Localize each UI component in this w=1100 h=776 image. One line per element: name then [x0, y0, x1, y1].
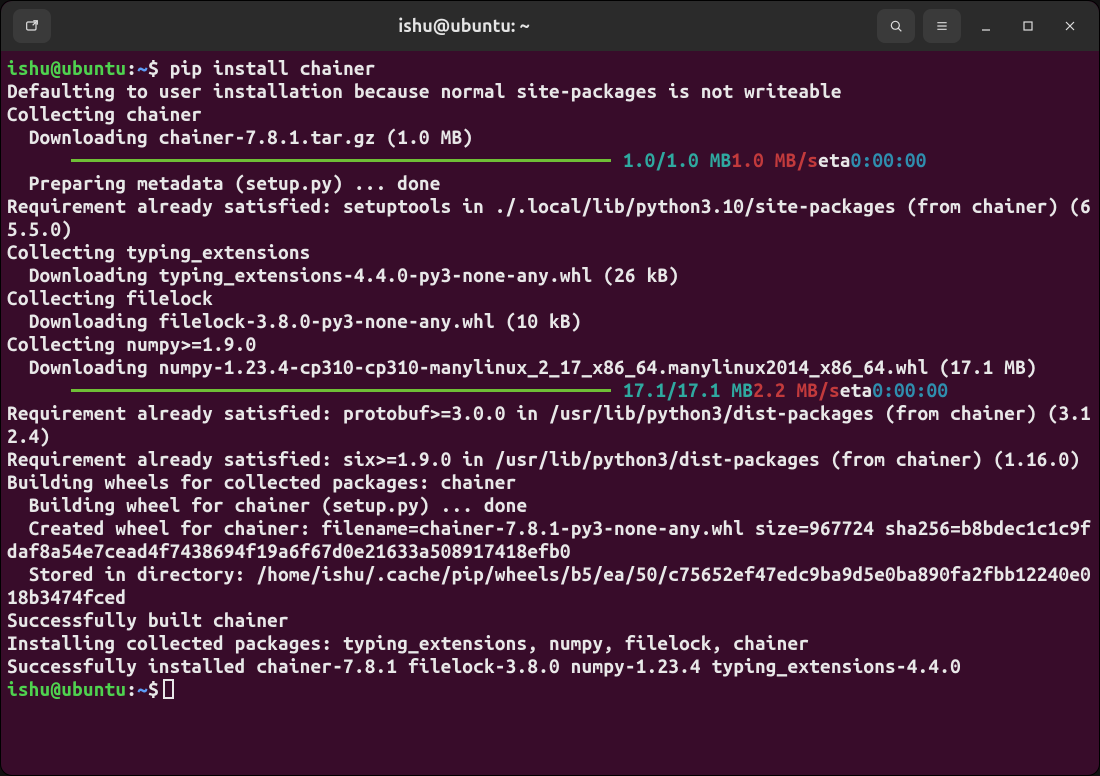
progress-eta: 0:00:00 — [872, 379, 948, 402]
close-button[interactable] — [1053, 9, 1087, 43]
output-line: Defaulting to user installation because … — [7, 80, 842, 102]
output-line: Downloading filelock-3.8.0-py3-none-any.… — [7, 310, 582, 332]
menu-button[interactable] — [923, 9, 961, 43]
output-line: Installing collected packages: typing_ex… — [7, 632, 809, 654]
output-line: Downloading typing_extensions-4.4.0-py3-… — [7, 264, 679, 286]
progress-eta-label: eta — [840, 379, 873, 402]
progress-done: 1.0/1.0 MB — [623, 149, 731, 172]
new-tab-button[interactable] — [13, 9, 51, 43]
output-line: Building wheel for chainer (setup.py) ..… — [7, 494, 527, 516]
output-line: Successfully installed chainer-7.8.1 fil… — [7, 655, 961, 677]
progress-speed: 2.2 MB/s — [753, 379, 840, 402]
progress-eta-label: eta — [818, 149, 851, 172]
search-button[interactable] — [877, 9, 915, 43]
minimize-button[interactable] — [969, 9, 1003, 43]
output-line: Preparing metadata (setup.py) ... done — [7, 172, 441, 194]
output-line: Collecting chainer — [7, 103, 202, 125]
output-line: Collecting numpy>=1.9.0 — [7, 333, 256, 355]
output-line: Collecting filelock — [7, 287, 213, 309]
progress-row: 1.0/1.0 MB 1.0 MB/s eta 0:00:00 — [7, 149, 1093, 172]
search-icon — [888, 18, 904, 34]
output-line: Requirement already satisfied: six>=1.9.… — [7, 448, 1080, 470]
terminal-body[interactable]: ishu@ubuntu:~$ pip install chainer Defau… — [1, 51, 1099, 775]
progress-row: 17.1/17.1 MB 2.2 MB/s eta 0:00:00 — [7, 379, 1093, 402]
minimize-icon — [978, 18, 994, 34]
maximize-icon — [1020, 18, 1036, 34]
output-line: Created wheel for chainer: filename=chai… — [7, 517, 1091, 562]
output-line: Stored in directory: /home/ishu/.cache/p… — [7, 563, 1091, 608]
maximize-button[interactable] — [1011, 9, 1045, 43]
progress-bar — [71, 389, 611, 392]
progress-bar — [71, 159, 611, 162]
close-icon — [1062, 18, 1078, 34]
command: pip install chainer — [170, 57, 376, 79]
prompt-path: ~ — [137, 678, 148, 700]
prompt-user: ishu@ubuntu — [7, 678, 126, 700]
new-tab-icon — [24, 18, 40, 34]
progress-done: 17.1/17.1 MB — [623, 379, 753, 402]
progress-eta: 0:00:00 — [851, 149, 927, 172]
output-line: Successfully built chainer — [7, 609, 289, 631]
output-line: Downloading chainer-7.8.1.tar.gz (1.0 MB… — [7, 126, 473, 148]
titlebar: ishu@ubuntu: ~ — [1, 1, 1099, 51]
prompt-symbol: $ — [148, 57, 159, 79]
terminal-window: ishu@ubuntu: ~ ishu@ubuntu:~$ pip instal… — [0, 0, 1100, 776]
window-title: ishu@ubuntu: ~ — [51, 16, 877, 36]
cursor — [163, 679, 174, 699]
prompt-path: ~ — [137, 57, 148, 79]
output-line: Requirement already satisfied: setuptool… — [7, 195, 1091, 240]
output-line: Building wheels for collected packages: … — [7, 471, 516, 493]
output-line: Collecting typing_extensions — [7, 241, 311, 263]
prompt-sep: : — [126, 57, 137, 79]
output-line: Requirement already satisfied: protobuf>… — [7, 402, 1091, 447]
progress-speed: 1.0 MB/s — [731, 149, 818, 172]
prompt-symbol: $ — [148, 678, 159, 700]
prompt-user: ishu@ubuntu — [7, 57, 126, 79]
prompt-sep: : — [126, 678, 137, 700]
hamburger-icon — [934, 18, 950, 34]
output-line: Downloading numpy-1.23.4-cp310-cp310-man… — [7, 356, 1037, 378]
